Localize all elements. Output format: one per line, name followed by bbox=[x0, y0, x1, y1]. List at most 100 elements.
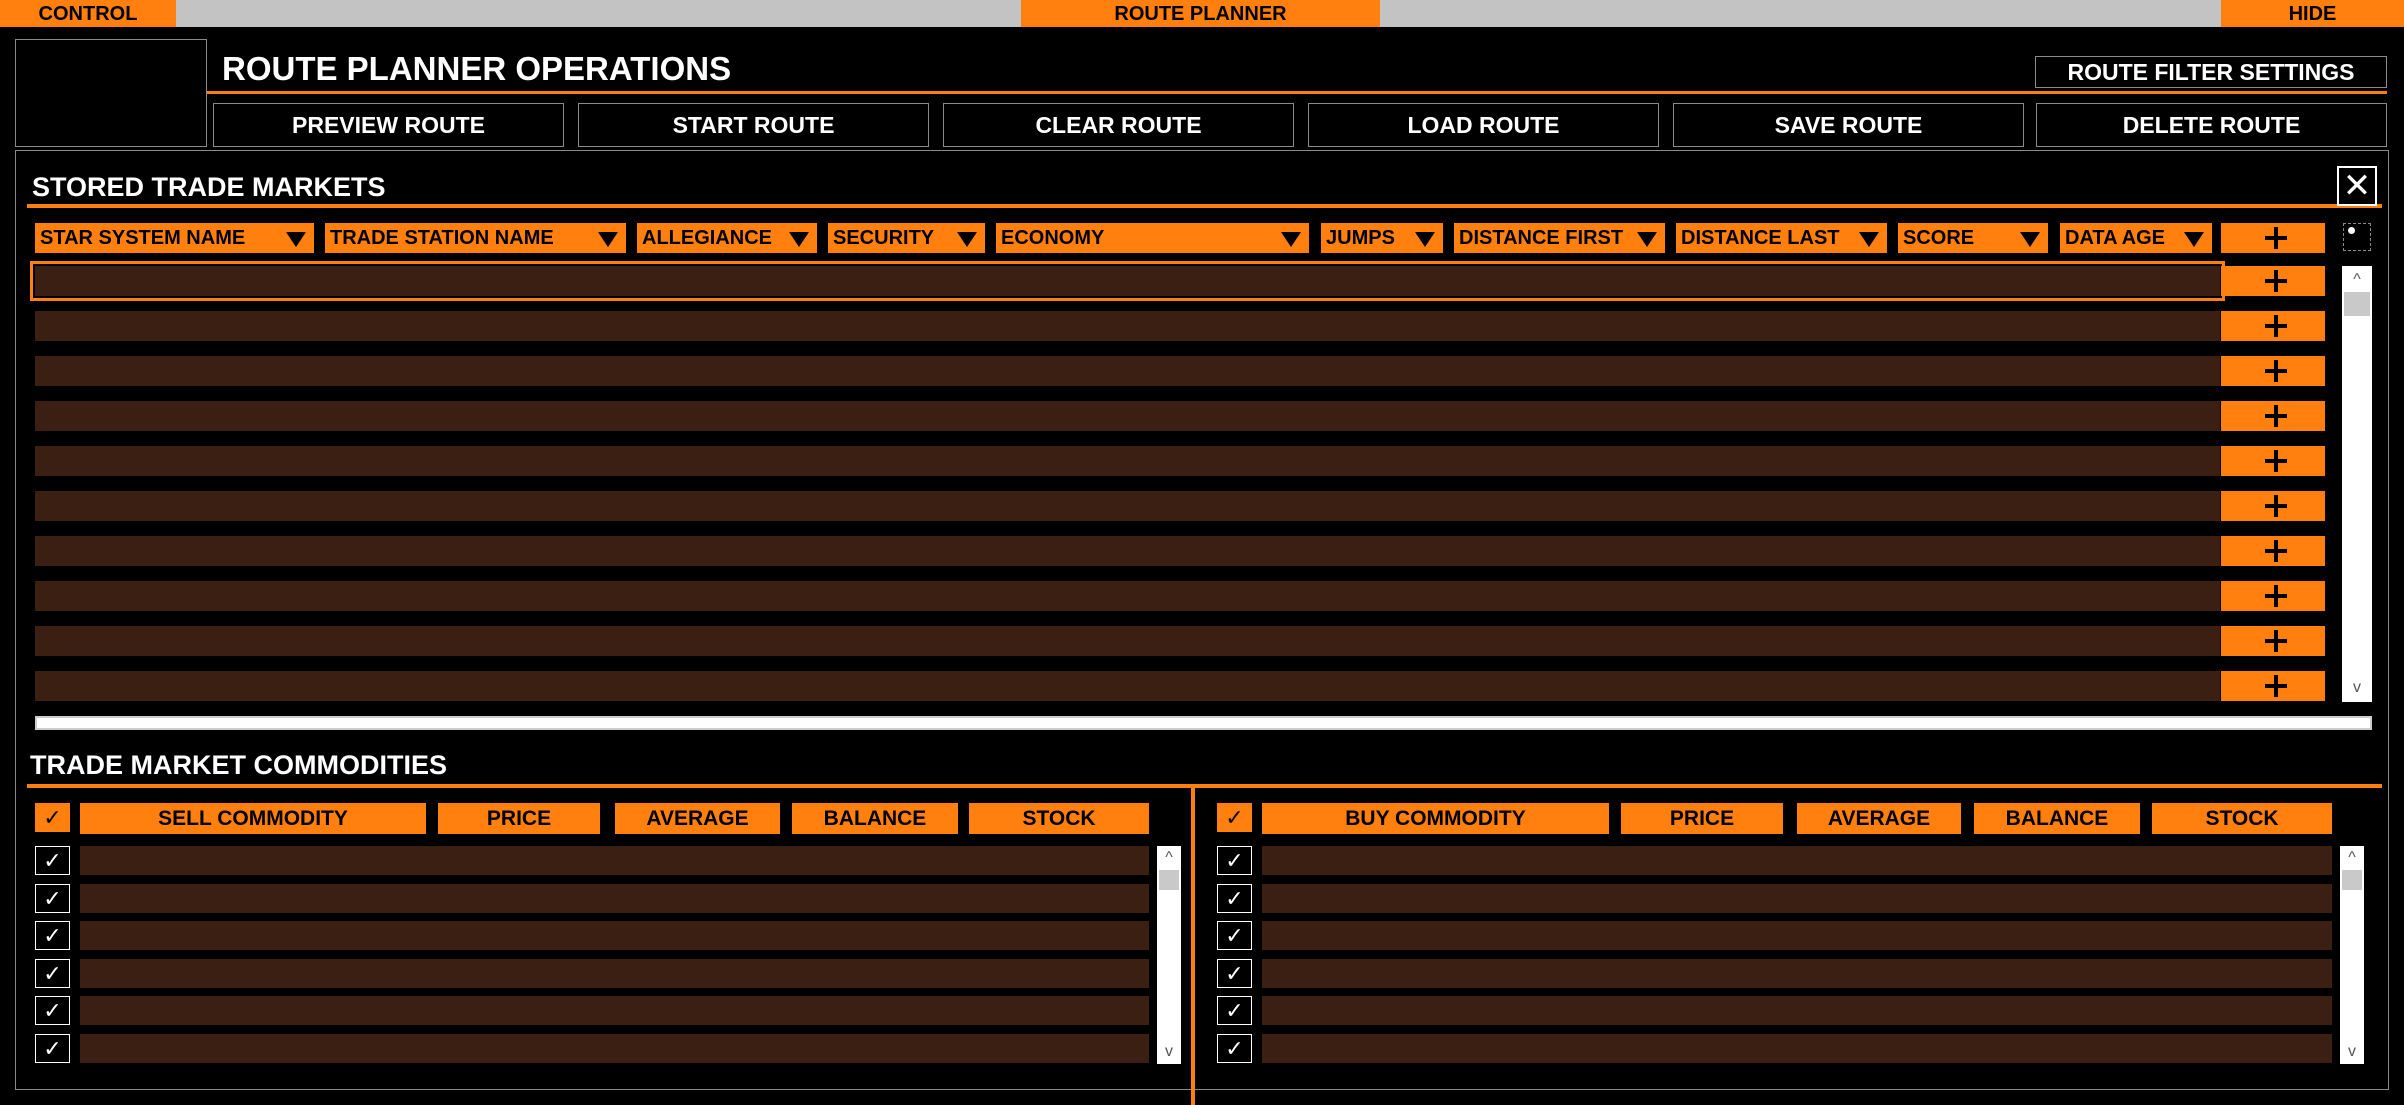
sell-row-checkbox[interactable]: ✓ bbox=[35, 846, 70, 875]
col-trade-station-name[interactable]: TRADE STATION NAME bbox=[325, 223, 626, 253]
col-sell-stock[interactable]: STOCK bbox=[969, 803, 1149, 834]
col-buy-balance[interactable]: BALANCE bbox=[1974, 803, 2140, 834]
commodities-split bbox=[1191, 788, 1195, 1105]
chevron-up-icon[interactable]: ^ bbox=[2340, 850, 2364, 866]
commodities-divider bbox=[27, 784, 2382, 788]
table-options-toggle[interactable] bbox=[2343, 223, 2371, 251]
preview-route-button[interactable]: PREVIEW ROUTE bbox=[213, 103, 564, 147]
tab-hide[interactable]: HIDE bbox=[2221, 0, 2404, 27]
table-row[interactable] bbox=[30, 261, 2225, 301]
col-sell-average[interactable]: AVERAGE bbox=[615, 803, 780, 834]
table-row[interactable] bbox=[35, 401, 2220, 431]
col-jumps[interactable]: JUMPS bbox=[1321, 223, 1443, 253]
add-row-button[interactable] bbox=[2221, 626, 2325, 656]
chevron-down-icon[interactable]: v bbox=[2340, 1044, 2364, 1060]
scroll-thumb[interactable] bbox=[2342, 870, 2362, 890]
sell-commodity-row[interactable] bbox=[80, 1034, 1149, 1063]
select-all-buy-checkbox[interactable]: ✓ bbox=[1217, 803, 1252, 832]
close-icon[interactable]: ✕ bbox=[2337, 166, 2377, 206]
col-buy-stock[interactable]: STOCK bbox=[2152, 803, 2332, 834]
add-row-button[interactable] bbox=[2221, 491, 2325, 521]
sell-vertical-scrollbar[interactable]: ^ v bbox=[1157, 846, 1181, 1064]
col-security[interactable]: SECURITY bbox=[828, 223, 985, 253]
markets-horizontal-scrollbar[interactable] bbox=[35, 716, 2372, 730]
start-route-button[interactable]: START ROUTE bbox=[578, 103, 929, 147]
chevron-down-icon[interactable]: v bbox=[1157, 1044, 1181, 1060]
scroll-thumb[interactable] bbox=[2344, 292, 2370, 316]
table-row[interactable] bbox=[35, 491, 2220, 521]
add-row-button[interactable] bbox=[2221, 446, 2325, 476]
table-row[interactable] bbox=[35, 311, 2220, 341]
delete-route-button[interactable]: DELETE ROUTE bbox=[2036, 103, 2387, 147]
table-row[interactable] bbox=[35, 626, 2220, 656]
add-row-button[interactable] bbox=[2221, 311, 2325, 341]
tab-route-planner[interactable]: ROUTE PLANNER bbox=[1021, 0, 1380, 27]
add-row-button[interactable] bbox=[2221, 266, 2325, 296]
col-label: DISTANCE LAST bbox=[1681, 227, 1840, 249]
buy-commodity-row[interactable] bbox=[1262, 959, 2332, 988]
sell-commodity-row[interactable] bbox=[80, 996, 1149, 1025]
col-star-system-name[interactable]: STAR SYSTEM NAME bbox=[35, 223, 314, 253]
buy-commodity-row[interactable] bbox=[1262, 1034, 2332, 1063]
buy-vertical-scrollbar[interactable]: ^ v bbox=[2340, 846, 2364, 1064]
add-row-button[interactable] bbox=[2221, 401, 2325, 431]
sell-row-checkbox[interactable]: ✓ bbox=[35, 884, 70, 913]
col-label: ECONOMY bbox=[1001, 227, 1105, 249]
table-row[interactable] bbox=[35, 446, 2220, 476]
markets-vertical-scrollbar[interactable]: ^ v bbox=[2342, 266, 2372, 702]
sell-commodity-row[interactable] bbox=[80, 959, 1149, 988]
chevron-down-icon bbox=[957, 232, 977, 247]
clear-route-button[interactable]: CLEAR ROUTE bbox=[943, 103, 1294, 147]
buy-row-checkbox[interactable]: ✓ bbox=[1217, 1034, 1252, 1063]
col-label: DATA AGE bbox=[2065, 227, 2165, 249]
chevron-down-icon[interactable]: v bbox=[2342, 680, 2372, 696]
buy-commodity-row[interactable] bbox=[1262, 921, 2332, 950]
select-all-sell-checkbox[interactable]: ✓ bbox=[35, 803, 70, 832]
buy-row-checkbox[interactable]: ✓ bbox=[1217, 996, 1252, 1025]
buy-commodity-row[interactable] bbox=[1262, 884, 2332, 913]
buy-row-checkbox[interactable]: ✓ bbox=[1217, 959, 1252, 988]
sell-row-checkbox[interactable]: ✓ bbox=[35, 959, 70, 988]
sell-commodity-row[interactable] bbox=[80, 921, 1149, 950]
col-allegiance[interactable]: ALLEGIANCE bbox=[637, 223, 817, 253]
add-row-button[interactable] bbox=[2221, 671, 2325, 701]
col-buy-price[interactable]: PRICE bbox=[1621, 803, 1783, 834]
table-row[interactable] bbox=[35, 581, 2220, 611]
col-data-age[interactable]: DATA AGE bbox=[2060, 223, 2212, 253]
add-column-button[interactable] bbox=[2221, 223, 2325, 253]
col-buy-commodity[interactable]: BUY COMMODITY bbox=[1262, 803, 1609, 834]
buy-commodity-row[interactable] bbox=[1262, 846, 2332, 875]
add-row-button[interactable] bbox=[2221, 581, 2325, 611]
table-row[interactable] bbox=[35, 536, 2220, 566]
col-label: ALLEGIANCE bbox=[642, 227, 772, 249]
col-buy-average[interactable]: AVERAGE bbox=[1797, 803, 1961, 834]
col-score[interactable]: SCORE bbox=[1898, 223, 2048, 253]
load-route-button[interactable]: LOAD ROUTE bbox=[1308, 103, 1659, 147]
add-row-button[interactable] bbox=[2221, 536, 2325, 566]
col-sell-commodity[interactable]: SELL COMMODITY bbox=[80, 803, 426, 834]
table-row[interactable] bbox=[35, 671, 2220, 701]
col-label: SECURITY bbox=[833, 227, 935, 249]
buy-row-checkbox[interactable]: ✓ bbox=[1217, 846, 1252, 875]
col-sell-price[interactable]: PRICE bbox=[438, 803, 600, 834]
col-sell-balance[interactable]: BALANCE bbox=[792, 803, 958, 834]
chevron-up-icon[interactable]: ^ bbox=[1157, 850, 1181, 866]
add-row-button[interactable] bbox=[2221, 356, 2325, 386]
sell-commodity-row[interactable] bbox=[80, 884, 1149, 913]
chevron-up-icon[interactable]: ^ bbox=[2342, 272, 2372, 288]
sell-row-checkbox[interactable]: ✓ bbox=[35, 996, 70, 1025]
buy-commodity-row[interactable] bbox=[1262, 996, 2332, 1025]
sell-row-checkbox[interactable]: ✓ bbox=[35, 1034, 70, 1063]
buy-row-checkbox[interactable]: ✓ bbox=[1217, 884, 1252, 913]
col-distance-first[interactable]: DISTANCE FIRST bbox=[1454, 223, 1665, 253]
sell-commodity-row[interactable] bbox=[80, 846, 1149, 875]
sell-row-checkbox[interactable]: ✓ bbox=[35, 921, 70, 950]
buy-row-checkbox[interactable]: ✓ bbox=[1217, 921, 1252, 950]
table-row[interactable] bbox=[35, 356, 2220, 386]
col-distance-last[interactable]: DISTANCE LAST bbox=[1676, 223, 1887, 253]
col-economy[interactable]: ECONOMY bbox=[996, 223, 1309, 253]
route-filter-settings-button[interactable]: ROUTE FILTER SETTINGS bbox=[2035, 56, 2387, 88]
scroll-thumb[interactable] bbox=[1159, 870, 1179, 890]
save-route-button[interactable]: SAVE ROUTE bbox=[1673, 103, 2024, 147]
tab-control[interactable]: CONTROL bbox=[0, 0, 176, 27]
